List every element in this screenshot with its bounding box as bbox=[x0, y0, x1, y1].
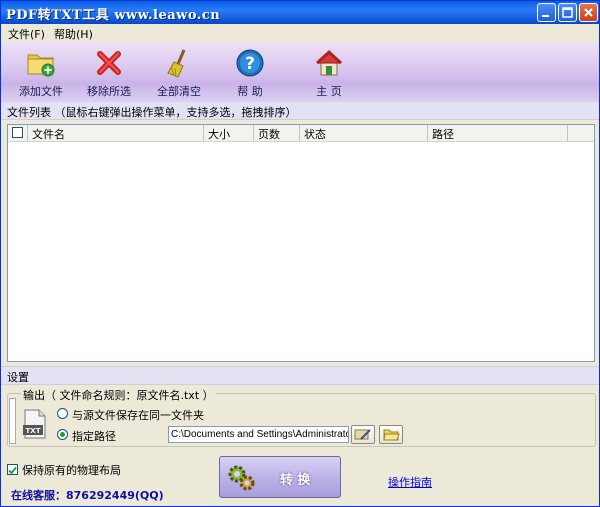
output-legend: 输出（ 文件命名规则：原文件名.txt ） bbox=[21, 387, 216, 403]
home-button[interactable]: 主 页 bbox=[297, 46, 361, 100]
column-filename[interactable]: 文件名 bbox=[28, 125, 204, 141]
svg-text:?: ? bbox=[245, 54, 255, 74]
output-path-input[interactable]: C:\Documents and Settings\Administrator\… bbox=[168, 426, 349, 443]
open-folder-icon bbox=[383, 429, 400, 441]
file-list-header: 文件名 大小 页数 状态 路径 bbox=[8, 125, 594, 142]
column-size-label: 大小 bbox=[208, 128, 230, 141]
settings-header: 设置 bbox=[1, 366, 599, 385]
help-question-icon: ? bbox=[236, 49, 264, 77]
clear-all-button[interactable]: 全部清空 bbox=[147, 46, 211, 100]
title-bar[interactable]: PDF转TXT工具 www.leawo.cn bbox=[1, 1, 599, 24]
radio-custom-path-label: 指定路径 bbox=[72, 430, 116, 443]
close-button[interactable] bbox=[579, 3, 598, 22]
keep-layout-checkbox[interactable] bbox=[7, 464, 18, 475]
convert-button[interactable]: 转 换 bbox=[219, 456, 341, 498]
edit-path-icon bbox=[354, 429, 371, 440]
side-handle[interactable] bbox=[9, 398, 16, 444]
menu-file[interactable]: 文件(F) bbox=[8, 26, 45, 42]
checkmark-icon bbox=[8, 466, 17, 475]
minimize-button[interactable] bbox=[537, 3, 556, 22]
gears-icon bbox=[228, 465, 255, 491]
filelist-header: 文件列表 （鼠标右键弹出操作菜单，支持多选，拖拽排序） bbox=[1, 102, 599, 120]
maximize-button[interactable] bbox=[558, 3, 577, 22]
reset-path-button[interactable] bbox=[351, 425, 375, 444]
column-pages-label: 页数 bbox=[258, 128, 280, 141]
radio-custom-path[interactable] bbox=[57, 429, 68, 440]
txt-icon-text: TXT bbox=[26, 427, 41, 435]
column-filename-label: 文件名 bbox=[32, 128, 65, 141]
remove-selected-label: 移除所选 bbox=[87, 85, 131, 98]
column-status-label: 状态 bbox=[304, 128, 326, 141]
home-icon bbox=[315, 49, 343, 76]
column-pages[interactable]: 页数 bbox=[254, 125, 300, 141]
txt-file-icon: TXT bbox=[23, 409, 46, 439]
help-button[interactable]: ? 帮 助 bbox=[218, 46, 282, 100]
support-contact: 在线客服：876292449(QQ) bbox=[11, 489, 164, 502]
toolbar: 添加文件 移除所选 全部清空 ? 帮 助 主 页 bbox=[1, 42, 599, 103]
convert-label: 转 换 bbox=[280, 473, 311, 488]
remove-selected-button[interactable]: 移除所选 bbox=[77, 46, 141, 100]
select-all-checkbox[interactable] bbox=[12, 127, 23, 138]
keep-layout-label: 保持原有的物理布局 bbox=[22, 464, 121, 477]
menu-help[interactable]: 帮助(H) bbox=[54, 26, 93, 42]
radio-same-folder-label: 与源文件保存在同一文件夹 bbox=[72, 409, 204, 422]
column-status[interactable]: 状态 bbox=[300, 125, 428, 141]
add-files-button[interactable]: 添加文件 bbox=[9, 46, 73, 100]
menu-bar: 文件(F) 帮助(H) bbox=[1, 24, 599, 42]
app-window: PDF转TXT工具 www.leawo.cn 文件(F) 帮助(H) 添加文件 bbox=[0, 0, 600, 507]
filelist-header-text: 文件列表 （鼠标右键弹出操作菜单，支持多选，拖拽排序） bbox=[7, 106, 297, 119]
remove-x-icon bbox=[97, 51, 121, 75]
minimize-icon bbox=[542, 15, 549, 17]
clear-all-label: 全部清空 bbox=[157, 85, 201, 98]
column-size[interactable]: 大小 bbox=[204, 125, 254, 141]
column-path-label: 路径 bbox=[432, 128, 454, 141]
settings-title: 设置 bbox=[7, 371, 29, 384]
file-list[interactable]: 文件名 大小 页数 状态 路径 bbox=[7, 124, 595, 362]
radio-same-folder[interactable] bbox=[57, 408, 68, 419]
close-icon bbox=[584, 8, 593, 17]
maximize-icon bbox=[562, 7, 573, 18]
column-path[interactable]: 路径 bbox=[428, 125, 568, 141]
guide-link[interactable]: 操作指南 bbox=[388, 474, 432, 490]
browse-folder-button[interactable] bbox=[379, 425, 403, 444]
help-label: 帮 助 bbox=[237, 85, 263, 98]
home-label: 主 页 bbox=[316, 85, 342, 98]
add-files-label: 添加文件 bbox=[19, 85, 63, 98]
select-all-column[interactable] bbox=[8, 125, 28, 141]
window-title: PDF转TXT工具 www.leawo.cn bbox=[6, 8, 221, 23]
broom-icon bbox=[167, 49, 186, 78]
folder-add-icon bbox=[27, 54, 55, 77]
